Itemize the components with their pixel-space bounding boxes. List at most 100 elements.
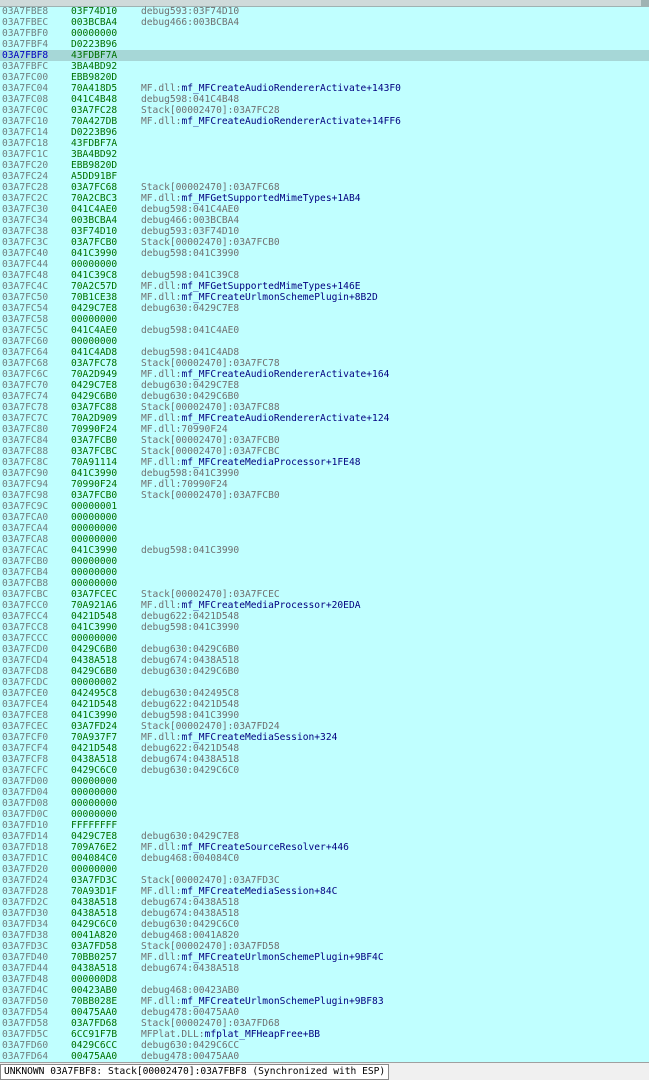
- comment-symbol[interactable]: mf_MFCreateAudioRendererActivate+14FF6: [181, 116, 401, 127]
- stack-row[interactable]: 03A7FCD4 0438A518 debug674:0438A518: [0, 655, 649, 666]
- stack-row[interactable]: 03A7FD18 709A76E2 MF.dll:mf_MFCreateSource…: [0, 842, 649, 853]
- stack-row[interactable]: 03A7FD1C 004084C0 debug468:004084C0: [0, 853, 649, 864]
- stack-row[interactable]: 03A7FC80 70990F24 MF.dll:70990F24: [0, 424, 649, 435]
- stack-row[interactable]: 03A7FC10 70A427DB MF.dll:mf_MFCreateAudioR…: [0, 116, 649, 127]
- comment-symbol[interactable]: mf_MFGetSupportedMimeTypes+146E: [181, 281, 360, 292]
- stack-row[interactable]: 03A7FD38 0041A820 debug468:0041A820: [0, 930, 649, 941]
- stack-row[interactable]: 03A7FCB4 00000000: [0, 567, 649, 578]
- stack-row[interactable]: 03A7FC8C 70A91114 MF.dll:mf_MFCreateMediaP…: [0, 457, 649, 468]
- comment-symbol[interactable]: mf_MFCreateSourceResolver+446: [181, 842, 349, 853]
- stack-row[interactable]: 03A7FD20 00000000: [0, 864, 649, 875]
- stack-row[interactable]: 03A7FCE4 0421D548 debug622:0421D548: [0, 699, 649, 710]
- stack-row[interactable]: 03A7FCD0 0429C6B0 debug630:0429C6B0: [0, 644, 649, 655]
- stack-row[interactable]: 03A7FC54 0429C7E8 debug630:0429C7E8: [0, 303, 649, 314]
- comment-symbol[interactable]: mf_MFCreateUrlmonSchemePlugin+8B2D: [181, 292, 377, 303]
- stack-row[interactable]: 03A7FD40 70BB0257 MF.dll:mf_MFCreateUrlmon…: [0, 952, 649, 963]
- stack-row[interactable]: 03A7FD28 70A93D1F MF.dll:mf_MFCreateMediaS…: [0, 886, 649, 897]
- stack-row[interactable]: 03A7FD64 00475AA0 debug478:00475AA0: [0, 1051, 649, 1061]
- stack-row[interactable]: 03A7FC0C 03A7FC28 Stack[00002470]:03A7FC28: [0, 105, 649, 116]
- stack-row[interactable]: 03A7FCFC 0429C6C0 debug630:0429C6C0: [0, 765, 649, 776]
- comment-symbol[interactable]: mf_MFCreateUrlmonSchemePlugin+9BF83: [181, 996, 383, 1007]
- stack-row[interactable]: 03A7FC58 00000000: [0, 314, 649, 325]
- comment-symbol[interactable]: mf_MFCreateUrlmonSchemePlugin+9BF4C: [181, 952, 383, 963]
- stack-row[interactable]: 03A7FCC8 041C3990 debug598:041C3990: [0, 622, 649, 633]
- stack-row[interactable]: 03A7FC90 041C3990 debug598:041C3990: [0, 468, 649, 479]
- stack-row[interactable]: 03A7FC50 70B1CE38 MF.dll:mf_MFCreateUrlmon…: [0, 292, 649, 303]
- stack-row[interactable]: 03A7FC04 70A418D5 MF.dll:mf_MFCreateAudioR…: [0, 83, 649, 94]
- stack-row[interactable]: 03A7FD24 03A7FD3C Stack[00002470]:03A7FD3C: [0, 875, 649, 886]
- stack-row[interactable]: 03A7FCC0 70A921A6 MF.dll:mf_MFCreateMediaP…: [0, 600, 649, 611]
- stack-row[interactable]: 03A7FC18 43FDBF7A: [0, 138, 649, 149]
- stack-row[interactable]: 03A7FD34 0429C6C0 debug630:0429C6C0: [0, 919, 649, 930]
- stack-row[interactable]: 03A7FC9C 00000001: [0, 501, 649, 512]
- stack-row[interactable]: 03A7FC28 03A7FC68 Stack[00002470]:03A7FC68: [0, 182, 649, 193]
- stack-row[interactable]: 03A7FD2C 0438A518 debug674:0438A518: [0, 897, 649, 908]
- stack-row[interactable]: 03A7FD30 0438A518 debug674:0438A518: [0, 908, 649, 919]
- stack-row[interactable]: 03A7FC84 03A7FCB0 Stack[00002470]:03A7FCB0: [0, 435, 649, 446]
- stack-row[interactable]: 03A7FD54 00475AA0 debug478:00475AA0: [0, 1007, 649, 1018]
- stack-row[interactable]: 03A7FD4C 00423AB0 debug468:00423AB0: [0, 985, 649, 996]
- stack-row[interactable]: 03A7FC70 0429C7E8 debug630:0429C7E8: [0, 380, 649, 391]
- comment-symbol[interactable]: mf_MFCreateAudioRendererActivate+143F0: [181, 83, 401, 94]
- stack-row[interactable]: 03A7FC5C 041C4AE0 debug598:041C4AE0: [0, 325, 649, 336]
- stack-row[interactable]: 03A7FD50 70BB028E MF.dll:mf_MFCreateUrlmon…: [0, 996, 649, 1007]
- stack-row[interactable]: 03A7FC4C 70A2C57D MF.dll:mf_MFGetSupported…: [0, 281, 649, 292]
- stack-row[interactable]: 03A7FC88 03A7FCBC Stack[00002470]:03A7FCBC: [0, 446, 649, 457]
- stack-row[interactable]: 03A7FBF8 43FDBF7A: [0, 50, 649, 61]
- stack-row[interactable]: 03A7FC78 03A7FC88 Stack[00002470]:03A7FC88: [0, 402, 649, 413]
- stack-row[interactable]: 03A7FC48 041C39C8 debug598:041C39C8: [0, 270, 649, 281]
- stack-row[interactable]: 03A7FC24 A5DD91BF: [0, 171, 649, 182]
- comment-symbol[interactable]: mf_MFCreateMediaProcessor+1FE48: [181, 457, 360, 468]
- stack-row[interactable]: 03A7FCF0 70A937F7 MF.dll:mf_MFCreateMediaS…: [0, 732, 649, 743]
- stack-row[interactable]: 03A7FCAC 041C3990 debug598:041C3990: [0, 545, 649, 556]
- stack-row[interactable]: 03A7FD0C 00000000: [0, 809, 649, 820]
- stack-row[interactable]: 03A7FCEC 03A7FD24 Stack[00002470]:03A7FD24: [0, 721, 649, 732]
- stack-row[interactable]: 03A7FC2C 70A2CBC3 MF.dll:mf_MFGetSupported…: [0, 193, 649, 204]
- comment-symbol[interactable]: mf_MFCreateMediaSession+84C: [181, 886, 337, 897]
- stack-row[interactable]: 03A7FC6C 70A2D949 MF.dll:mf_MFCreateAudioR…: [0, 369, 649, 380]
- stack-row[interactable]: 03A7FC68 03A7FC78 Stack[00002470]:03A7FC78: [0, 358, 649, 369]
- stack-row[interactable]: 03A7FBF4 D0223B96: [0, 39, 649, 50]
- comment-symbol[interactable]: mf_MFCreateAudioRendererActivate+164: [181, 369, 389, 380]
- stack-row[interactable]: 03A7FC40 041C3990 debug598:041C3990: [0, 248, 649, 259]
- stack-row[interactable]: 03A7FC64 041C4AD8 debug598:041C4AD8: [0, 347, 649, 358]
- stack-row[interactable]: 03A7FCD8 0429C6B0 debug630:0429C6B0: [0, 666, 649, 677]
- stack-row[interactable]: 03A7FC20 EBB9820D: [0, 160, 649, 171]
- stack-row[interactable]: 03A7FCA4 00000000: [0, 523, 649, 534]
- stack-row[interactable]: 03A7FC94 70990F24 MF.dll:70990F24: [0, 479, 649, 490]
- stack-row[interactable]: 03A7FC14 D0223B96: [0, 127, 649, 138]
- stack-row[interactable]: 03A7FBFC 3BA4BD92: [0, 61, 649, 72]
- stack-row[interactable]: 03A7FCA8 00000000: [0, 534, 649, 545]
- stack-row[interactable]: 03A7FCA0 00000000: [0, 512, 649, 523]
- stack-row[interactable]: 03A7FD00 00000000: [0, 776, 649, 787]
- stack-row[interactable]: 03A7FD48 000000D8: [0, 974, 649, 985]
- stack-row[interactable]: 03A7FCB0 00000000: [0, 556, 649, 567]
- stack-row[interactable]: 03A7FCDC 00000002: [0, 677, 649, 688]
- stack-row[interactable]: 03A7FD3C 03A7FD58 Stack[00002470]:03A7FD58: [0, 941, 649, 952]
- stack-row[interactable]: 03A7FD5C 6CC91F7B MFPlat.DLL:mfplat_MFHeap…: [0, 1029, 649, 1040]
- stack-row[interactable]: 03A7FC44 00000000: [0, 259, 649, 270]
- stack-row[interactable]: 03A7FBF0 00000000: [0, 28, 649, 39]
- stack-row[interactable]: 03A7FCCC 00000000: [0, 633, 649, 644]
- stack-row[interactable]: 03A7FC98 03A7FCB0 Stack[00002470]:03A7FCB0: [0, 490, 649, 501]
- comment-symbol[interactable]: mf_MFGetSupportedMimeTypes+1AB4: [181, 193, 360, 204]
- stack-row[interactable]: 03A7FD44 0438A518 debug674:0438A518: [0, 963, 649, 974]
- stack-row[interactable]: 03A7FD10 FFFFFFFF: [0, 820, 649, 831]
- stack-row[interactable]: 03A7FC74 0429C6B0 debug630:0429C6B0: [0, 391, 649, 402]
- comment-symbol[interactable]: mf_MFCreateMediaProcessor+20EDA: [181, 600, 360, 611]
- stack-row[interactable]: 03A7FD58 03A7FD68 Stack[00002470]:03A7FD68: [0, 1018, 649, 1029]
- stack-row[interactable]: 03A7FCE0 042495C8 debug630:042495C8: [0, 688, 649, 699]
- stack-view[interactable]: 03A7FBE8 03F74D10 debug593:03F74D10 03A7FBE…: [0, 6, 649, 1061]
- stack-row[interactable]: 03A7FD60 0429C6CC debug630:0429C6CC: [0, 1040, 649, 1051]
- stack-row[interactable]: 03A7FD04 00000000: [0, 787, 649, 798]
- stack-row[interactable]: 03A7FC30 041C4AE0 debug598:041C4AE0: [0, 204, 649, 215]
- stack-row[interactable]: 03A7FC08 041C4B48 debug598:041C4B48: [0, 94, 649, 105]
- stack-row[interactable]: 03A7FD14 0429C7E8 debug630:0429C7E8: [0, 831, 649, 842]
- stack-row[interactable]: 03A7FCC4 0421D548 debug622:0421D548: [0, 611, 649, 622]
- stack-row[interactable]: 03A7FC34 003BCBA4 debug466:003BCBA4: [0, 215, 649, 226]
- stack-row[interactable]: 03A7FD08 00000000: [0, 798, 649, 809]
- comment-symbol[interactable]: mf_MFCreateMediaSession+324: [181, 732, 337, 743]
- comment-symbol[interactable]: mf_MFCreateAudioRendererActivate+124: [181, 413, 389, 424]
- stack-row[interactable]: 03A7FCF4 0421D548 debug622:0421D548: [0, 743, 649, 754]
- stack-row[interactable]: 03A7FC38 03F74D10 debug593:03F74D10: [0, 226, 649, 237]
